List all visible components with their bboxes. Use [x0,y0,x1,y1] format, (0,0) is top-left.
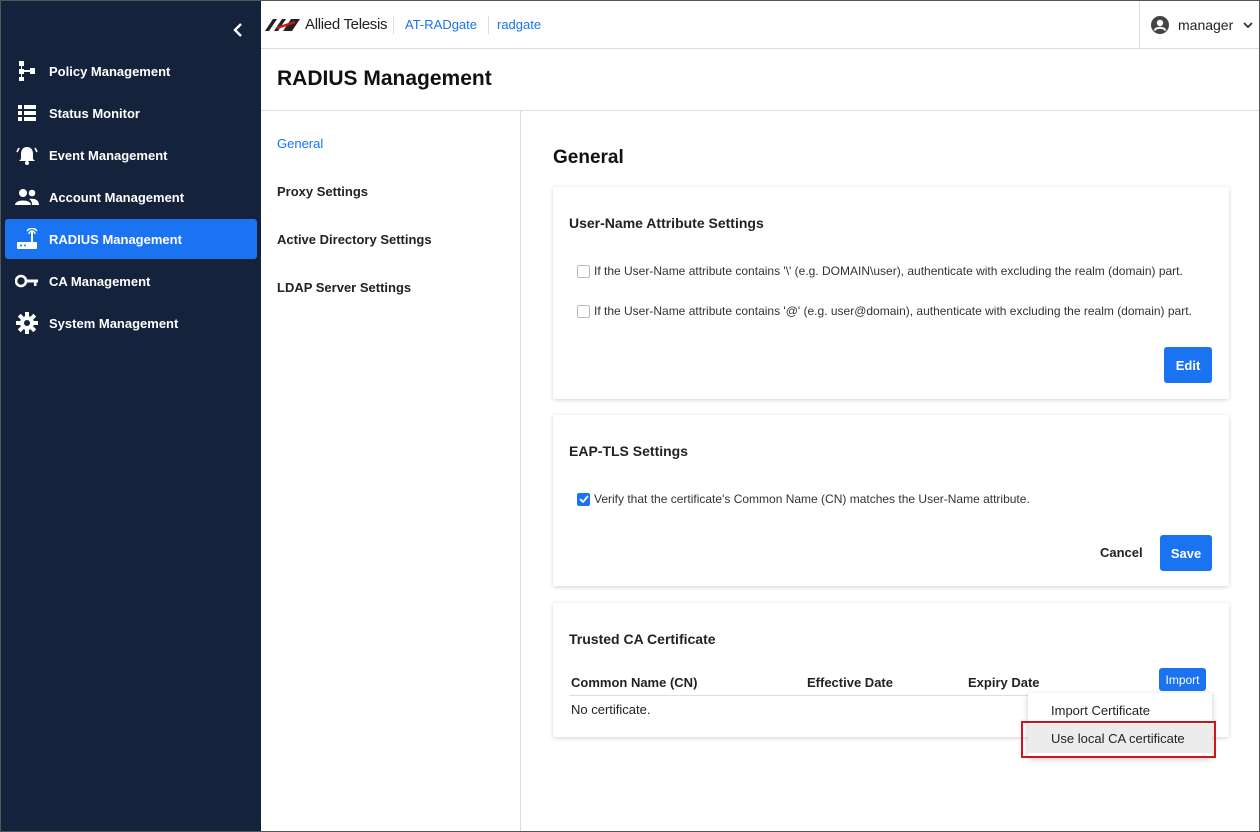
option-label: Verify that the certificate's Common Nam… [594,492,1030,506]
exclude-realm-backslash-checkbox[interactable] [577,264,590,278]
sidebar-item-ca-management[interactable]: CA Management [5,261,257,301]
user-name: manager [1178,17,1234,33]
list-icon [15,101,39,125]
import-button[interactable]: Import [1159,668,1206,691]
account-circle-icon [1151,16,1169,34]
breadcrumb-device[interactable]: AT-RADgate [405,17,477,32]
gear-icon [15,311,39,335]
checkmark-icon [578,495,589,503]
option-row: Verify that the certificate's Common Nam… [577,492,1030,506]
settings-subnav: General Proxy Settings Active Directory … [261,111,521,831]
edit-button[interactable]: Edit [1164,347,1212,383]
sidebar-item-label: Event Management [49,147,168,163]
page-title: RADIUS Management [277,67,492,90]
sidebar-nav: Policy Management Status Monitor Event M… [5,51,257,345]
subnav-item-general[interactable]: General [277,136,323,151]
sidebar-item-system-management[interactable]: System Management [5,303,257,343]
sidebar-item-event-management[interactable]: Event Management [5,135,257,175]
save-button[interactable]: Save [1160,535,1212,571]
sidebar-item-label: CA Management [49,273,151,289]
card-title: EAP-TLS Settings [569,443,689,459]
router-icon [15,227,39,251]
eap-tls-card: EAP-TLS Settings Verify that the certifi… [553,415,1229,586]
empty-table-text: No certificate. [571,702,651,717]
annotation-highlight-box [1021,721,1216,758]
sidebar-item-policy-management[interactable]: Policy Management [5,51,257,91]
verify-cn-checkbox[interactable] [577,492,590,506]
sidebar-item-label: Policy Management [49,63,171,79]
exclude-realm-at-checkbox[interactable] [577,304,590,318]
user-menu[interactable]: manager [1139,1,1259,49]
chevron-left-icon [233,23,242,37]
brand-logo: Allied Telesis [265,16,388,33]
card-title: Trusted CA Certificate [569,631,716,647]
breadcrumb-host[interactable]: radgate [497,17,541,32]
option-label: If the User-Name attribute contains '\' … [594,264,1183,278]
alarm-bell-icon [15,143,39,167]
sidebar-item-status-monitor[interactable]: Status Monitor [5,93,257,133]
card-title: User-Name Attribute Settings [569,215,764,231]
sidebar-item-label: RADIUS Management [49,231,182,247]
divider [488,16,489,34]
sidebar: Policy Management Status Monitor Event M… [1,1,261,831]
sidebar-item-label: Account Management [49,189,185,205]
section-title: General [553,147,624,168]
chevron-down-icon [1243,22,1253,29]
top-bar: Allied Telesis AT-RADgate radgate manage… [261,1,1259,49]
column-header-common-name: Common Name (CN) [571,675,698,690]
subnav-item-proxy-settings[interactable]: Proxy Settings [277,184,368,199]
sidebar-item-radius-management[interactable]: RADIUS Management [5,219,257,259]
allied-telesis-logo-icon [265,18,300,31]
brand-name: Allied Telesis [305,16,388,33]
page-header: RADIUS Management [261,50,1259,111]
option-row: If the User-Name attribute contains '\' … [577,264,1183,278]
key-icon [15,269,39,293]
sidebar-item-label: System Management [49,315,179,331]
username-attribute-card: User-Name Attribute Settings If the User… [553,187,1229,399]
option-label: If the User-Name attribute contains '@' … [594,304,1192,318]
column-header-expiry-date: Expiry Date [968,675,1040,690]
sidebar-item-label: Status Monitor [49,105,140,121]
cancel-button[interactable]: Cancel [1100,545,1143,560]
column-header-effective-date: Effective Date [807,675,893,690]
people-icon [15,185,39,209]
sidebar-item-account-management[interactable]: Account Management [5,177,257,217]
subnav-item-ldap-server-settings[interactable]: LDAP Server Settings [277,280,411,295]
policy-tree-icon [15,59,39,83]
option-row: If the User-Name attribute contains '@' … [577,304,1192,318]
collapse-sidebar-button[interactable] [223,15,253,45]
divider [393,16,394,34]
subnav-item-active-directory-settings[interactable]: Active Directory Settings [277,232,432,247]
